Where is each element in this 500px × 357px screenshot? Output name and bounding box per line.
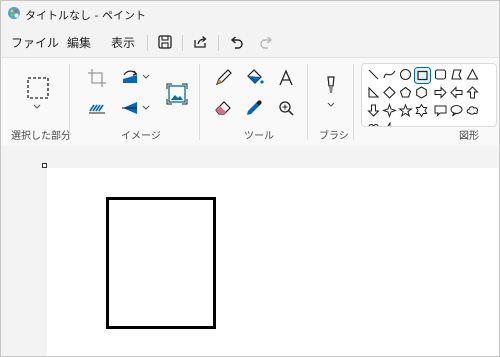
group-label-selection: 選択した部分 [11,131,71,142]
arrow-down-shape-icon[interactable] [366,103,381,118]
rounded-rectangle-shape-icon[interactable] [433,67,448,82]
oval-callout-shape-icon[interactable] [449,103,464,118]
image-insert-icon[interactable] [164,81,190,107]
paint-app-icon [8,7,20,19]
pencil-icon[interactable] [211,66,235,90]
select-all-pattern-icon[interactable] [85,96,109,120]
chevron-down-icon[interactable] [30,102,44,112]
group-label-tools: ツール [244,131,274,142]
drawn-rectangle[interactable] [106,197,216,329]
menu-divider [147,35,148,51]
arrow-right-shape-icon[interactable] [433,85,448,100]
menu-edit[interactable]: 編集 [67,34,91,51]
ribbon-divider [199,64,200,140]
ribbon-divider [307,64,308,140]
diamond-shape-icon[interactable] [382,85,397,100]
pentagon-shape-icon[interactable] [398,85,413,100]
chevron-down-icon[interactable] [139,101,153,115]
rectangular-callout-shape-icon[interactable] [433,103,448,118]
canvas-workspace[interactable] [1,146,499,356]
drawing-canvas[interactable] [47,168,499,356]
five-point-star-shape-icon[interactable] [398,103,413,118]
ribbon-divider [69,64,70,140]
save-icon[interactable] [154,31,176,53]
rectangle-shape-icon[interactable] [414,67,431,84]
window-title: タイトルなし - ペイント [25,9,146,22]
color-picker-icon[interactable] [242,96,266,120]
text-icon[interactable] [274,66,298,90]
redo-icon[interactable] [256,31,278,53]
chevron-down-icon[interactable] [324,100,338,110]
title-bar: タイトルなし - ペイント [1,1,499,27]
menu-divider [182,35,183,51]
polygon-shape-icon[interactable] [449,67,464,82]
magnifier-icon[interactable] [274,96,298,120]
menu-bar: ファイル 編集 表示 [1,28,499,56]
brush-icon[interactable] [319,74,343,98]
ribbon-divider [353,64,354,140]
undo-icon[interactable] [225,31,247,53]
menu-file[interactable]: ファイル [11,34,59,51]
group-label-image: イメージ [121,131,161,142]
crop-icon[interactable] [85,66,109,90]
group-label-brushes: ブラシ [319,131,349,142]
lightning-shape-icon[interactable] [382,121,397,127]
line-shape-icon[interactable] [366,67,381,82]
share-icon[interactable] [189,31,211,53]
group-label-shapes: 図形 [459,131,479,142]
eraser-icon[interactable] [211,96,235,120]
ribbon: 選択した部分 イメージ ツール ブラシ 図形 [1,57,499,147]
curve-shape-icon[interactable] [382,67,397,82]
fill-bucket-icon[interactable] [242,66,266,90]
selection-rectangle-icon[interactable] [25,75,51,101]
arrow-left-shape-icon[interactable] [449,85,464,100]
arrow-up-shape-icon[interactable] [465,85,480,100]
menu-view[interactable]: 表示 [111,34,135,51]
cloud-callout-shape-icon[interactable] [465,103,480,118]
oval-shape-icon[interactable] [398,67,413,82]
right-triangle-shape-icon[interactable] [366,85,381,100]
chevron-down-icon[interactable] [139,70,153,84]
heart-shape-icon[interactable] [366,121,381,127]
shapes-gallery [361,63,497,127]
paint-window: タイトルなし - ペイント ファイル 編集 表示 選択した部分 イメージ ツール… [0,0,500,357]
four-point-star-shape-icon[interactable] [382,103,397,118]
six-point-star-shape-icon[interactable] [414,103,429,118]
menu-divider [218,35,219,51]
triangle-shape-icon[interactable] [465,67,480,82]
hexagon-shape-icon[interactable] [414,85,429,100]
